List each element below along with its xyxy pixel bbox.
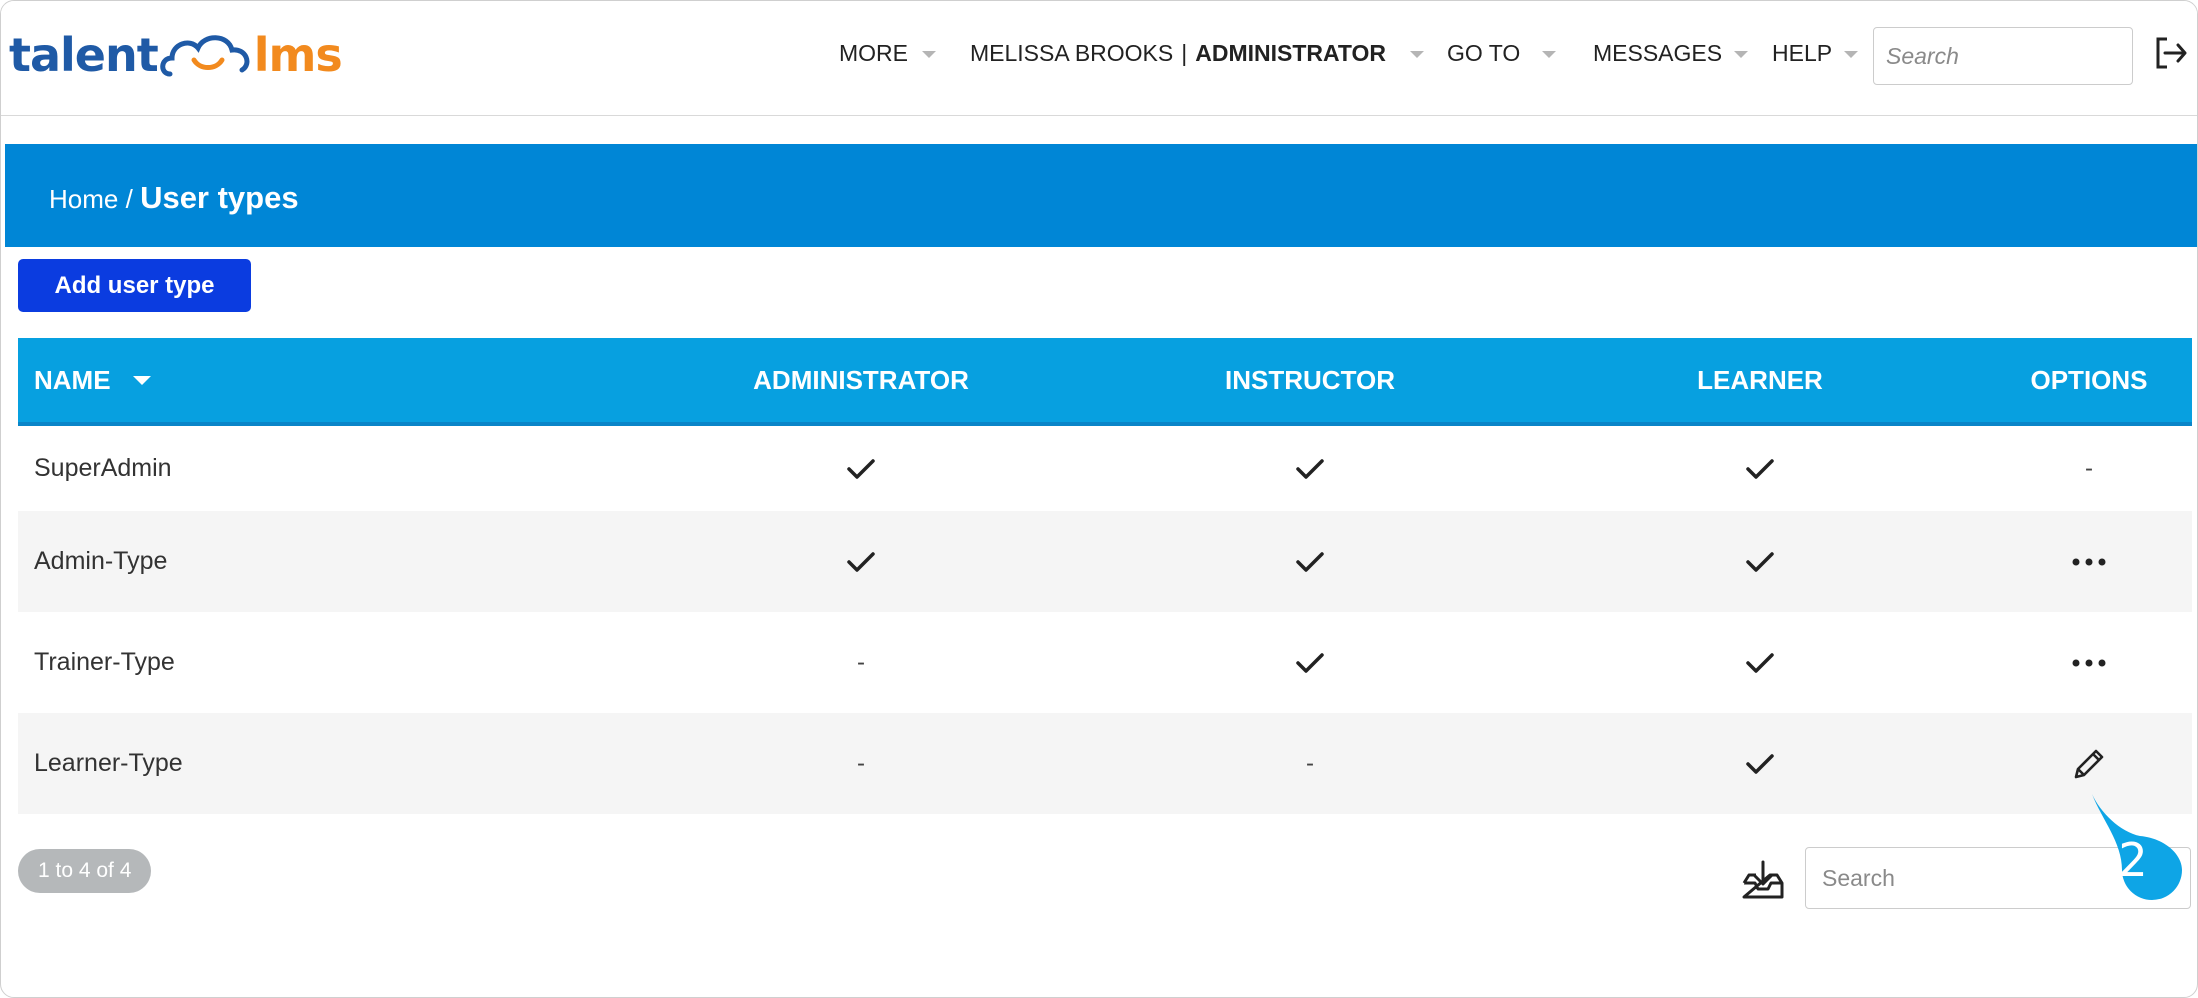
check-icon xyxy=(1745,651,1775,675)
more-icon[interactable] xyxy=(2072,558,2106,566)
row-name[interactable]: Admin-Type xyxy=(18,547,618,576)
nav-help-label: HELP xyxy=(1772,39,1833,66)
column-name-header[interactable]: NAME xyxy=(18,365,618,396)
user-role: ADMINISTRATOR xyxy=(1195,39,1387,66)
options-none: - xyxy=(2085,454,2093,482)
caret-down-icon xyxy=(1410,50,1425,58)
caret-down-icon xyxy=(1542,50,1557,58)
result-count-badge: 1 to 4 of 4 xyxy=(18,849,152,893)
check-icon xyxy=(1745,457,1775,481)
nav-goto[interactable]: GO TO xyxy=(1447,35,1557,71)
export-icon[interactable] xyxy=(1741,859,1785,901)
logo-text-talent: talent xyxy=(9,28,159,82)
column-name-label: NAME xyxy=(34,364,111,395)
user-separator: | xyxy=(1181,39,1188,66)
talentlms-logo[interactable]: talent lms xyxy=(9,25,343,85)
check-icon xyxy=(1295,457,1325,481)
table-row: Learner-Type - - xyxy=(18,713,2192,814)
user-name: MELISSA BROOKS xyxy=(970,39,1174,66)
add-user-type-button[interactable]: Add user type xyxy=(18,259,251,312)
logout-icon[interactable] xyxy=(2153,35,2189,71)
header-search-input[interactable] xyxy=(1873,27,2133,85)
check-icon xyxy=(846,550,876,574)
check-icon xyxy=(1295,550,1325,574)
page-title: User types xyxy=(140,180,299,215)
nav-user-menu[interactable]: MELISSA BROOKS | ADMINISTRATOR xyxy=(970,35,1425,71)
caret-down-icon xyxy=(1844,50,1859,58)
nav-more-label: MORE xyxy=(839,39,908,66)
nav-messages[interactable]: MESSAGES xyxy=(1593,35,1749,71)
top-header: talent lms MORE MELISSA BROOKS | ADMINIS… xyxy=(1,1,2197,116)
column-options-header: OPTIONS xyxy=(2030,364,2148,395)
empty-mark: - xyxy=(857,648,865,676)
column-administrator-header: ADMINISTRATOR xyxy=(753,364,969,395)
caret-down-icon xyxy=(1734,50,1749,58)
breadcrumb: Home / User types xyxy=(49,180,299,216)
table-row: Admin-Type xyxy=(18,511,2192,612)
nav-goto-label: GO TO xyxy=(1447,39,1521,66)
check-icon xyxy=(1745,550,1775,574)
logo-text-lms: lms xyxy=(253,28,343,82)
page-banner: Home / User types xyxy=(5,144,2197,247)
check-icon xyxy=(846,457,876,481)
more-icon[interactable] xyxy=(2072,659,2106,667)
breadcrumb-separator: / xyxy=(125,184,133,214)
nav-help[interactable]: HELP xyxy=(1772,35,1859,71)
sort-desc-icon xyxy=(132,375,151,385)
column-instructor-header: INSTRUCTOR xyxy=(1225,364,1395,395)
nav-messages-label: MESSAGES xyxy=(1593,39,1723,66)
pencil-icon[interactable] xyxy=(2070,745,2108,783)
table-header: NAME ADMINISTRATOR INSTRUCTOR LEARNER OP… xyxy=(18,338,2192,426)
table-row: Trainer-Type - xyxy=(18,612,2192,713)
step-number: 2 xyxy=(2118,833,2148,887)
empty-mark: - xyxy=(1306,749,1314,777)
row-name[interactable]: Trainer-Type xyxy=(18,648,618,677)
check-icon xyxy=(1295,651,1325,675)
empty-mark: - xyxy=(857,749,865,777)
nav-more[interactable]: MORE xyxy=(839,35,936,71)
check-icon xyxy=(1745,752,1775,776)
caret-down-icon xyxy=(922,50,936,58)
cloud-smile-icon xyxy=(159,35,250,77)
row-name[interactable]: SuperAdmin xyxy=(18,454,618,483)
row-name[interactable]: Learner-Type xyxy=(18,749,618,778)
table-row: SuperAdmin - xyxy=(18,426,2192,511)
column-learner-header: LEARNER xyxy=(1697,364,1823,395)
app-window: talent lms MORE MELISSA BROOKS | ADMINIS… xyxy=(0,0,2198,998)
breadcrumb-home[interactable]: Home xyxy=(49,184,118,214)
user-types-table: NAME ADMINISTRATOR INSTRUCTOR LEARNER OP… xyxy=(18,338,2192,814)
